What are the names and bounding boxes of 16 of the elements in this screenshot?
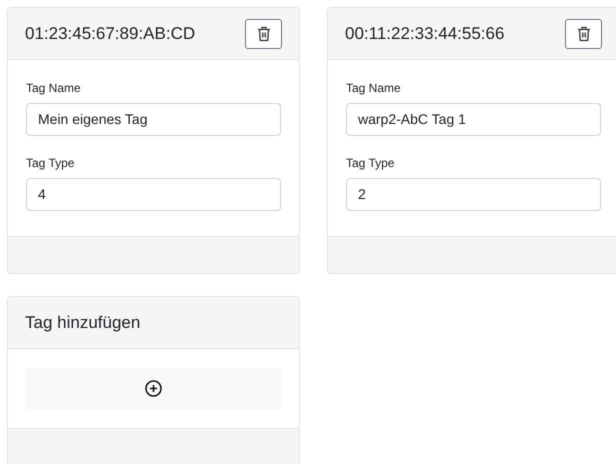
- trash-icon: [256, 26, 270, 42]
- field-label: Tag Type: [26, 155, 76, 172]
- delete-button[interactable]: [245, 18, 282, 48]
- field-label: Tag Name: [26, 80, 82, 97]
- trash-icon: [576, 26, 590, 42]
- card-title: 00:11:22:33:44:55:66: [345, 22, 504, 45]
- input-field[interactable]: Mein eigenes Tag: [26, 103, 281, 136]
- card-title: Tag hinzufügen: [25, 312, 140, 334]
- input-field[interactable]: 2: [346, 178, 601, 211]
- field-label: Tag Type: [346, 155, 396, 172]
- field-label: Tag Name: [346, 80, 402, 97]
- input-field[interactable]: 4: [26, 178, 281, 211]
- input-field[interactable]: warp2-AbC Tag 1: [346, 103, 601, 136]
- add-icon: [145, 380, 162, 397]
- delete-button[interactable]: [565, 18, 602, 48]
- card-title: 01:23:45:67:89:AB:CD: [25, 22, 196, 45]
